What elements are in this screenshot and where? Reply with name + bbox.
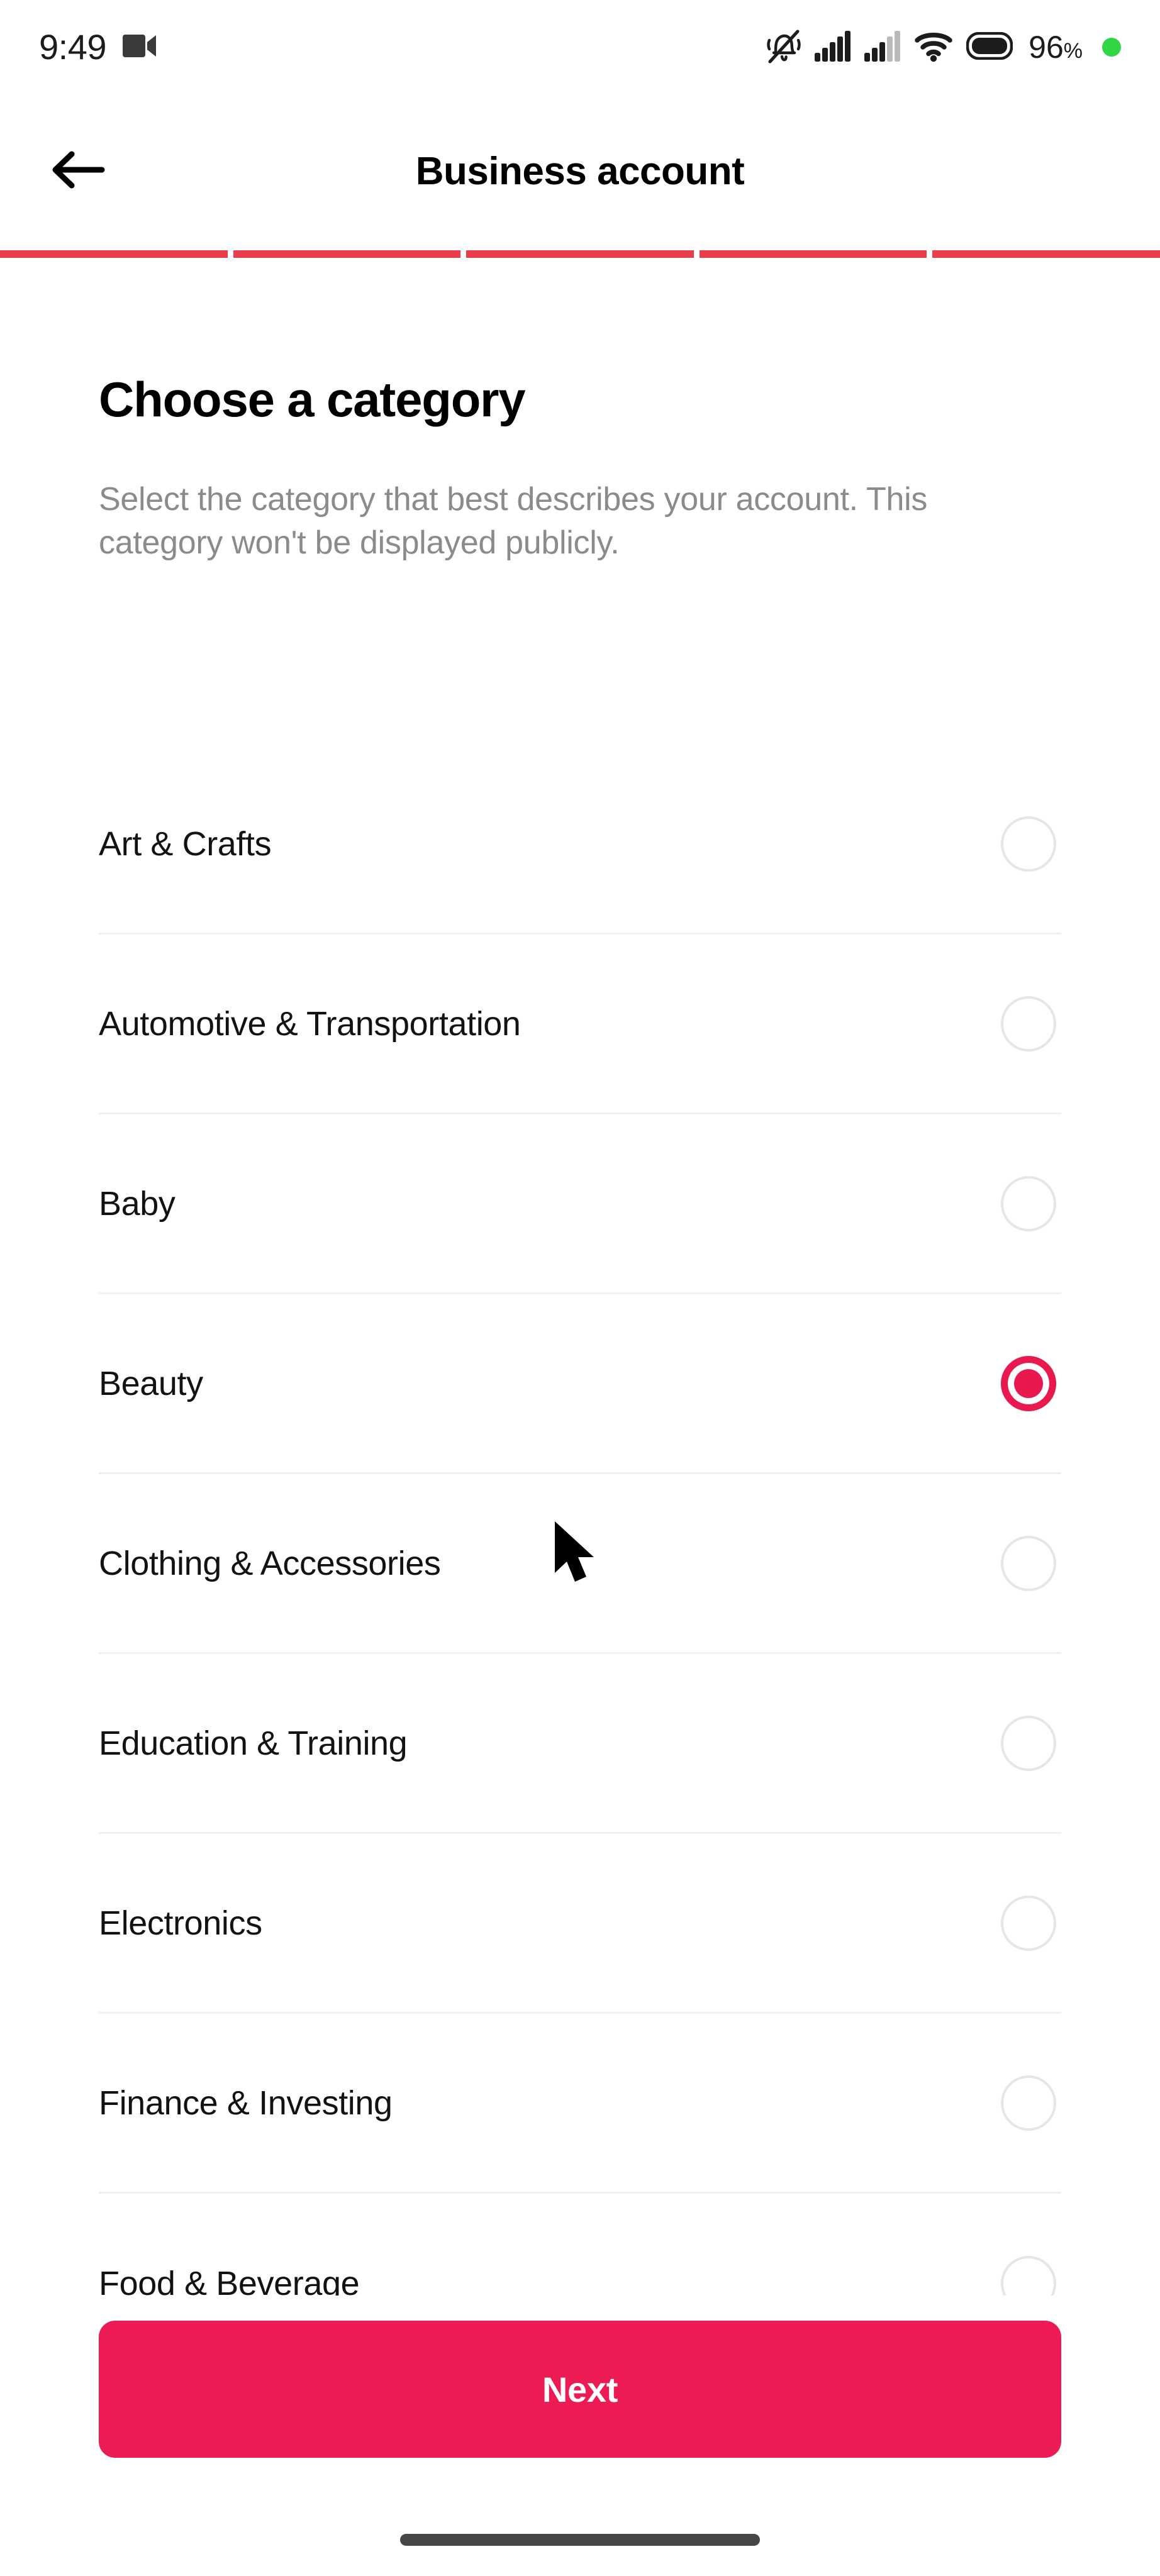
recording-dot-icon (1102, 38, 1121, 57)
radio-button[interactable] (1001, 2075, 1056, 2131)
category-row[interactable]: Beauty (99, 1294, 1061, 1474)
app-screen: 9:49 96% Business account Choose a categ… (0, 0, 1160, 2576)
progress-segment-4 (699, 250, 927, 258)
page-title: Business account (415, 150, 745, 193)
radio-button[interactable] (1001, 1535, 1056, 1591)
category-label: Baby (99, 1184, 176, 1223)
back-arrow-icon (50, 148, 106, 195)
battery-percent-label: 96% (1029, 30, 1083, 65)
category-row[interactable]: Education & Training (99, 1654, 1061, 1834)
category-label: Automotive & Transportation (99, 1004, 521, 1043)
app-header: Business account (0, 94, 1160, 248)
radio-button[interactable] (1001, 1895, 1056, 1951)
video-camera-icon (123, 33, 157, 62)
home-indicator[interactable] (400, 2534, 760, 2546)
status-bar-left: 9:49 (39, 30, 157, 65)
category-row[interactable]: Art & Crafts (99, 755, 1061, 935)
progress-stepper (0, 250, 1160, 258)
category-list: Art & Crafts Automotive & Transportation B… (0, 755, 1160, 2296)
bell-muted-icon (766, 28, 801, 67)
category-row[interactable]: Automotive & Transportation (99, 935, 1061, 1114)
cellular-signal-2-icon (864, 30, 901, 65)
section-description: Select the category that best describes … (99, 481, 928, 562)
radio-button[interactable] (1001, 1715, 1056, 1771)
radio-button-selected[interactable] (1001, 1355, 1056, 1411)
cellular-signal-1-icon (815, 30, 851, 65)
progress-segment-2 (233, 250, 461, 258)
category-row[interactable]: Food & Beverage (99, 2194, 1061, 2296)
category-label: Beauty (99, 1364, 203, 1402)
progress-segment-5 (932, 250, 1160, 258)
radio-button[interactable] (1001, 2256, 1056, 2296)
category-row[interactable]: Clothing & Accessories (99, 1474, 1061, 1654)
category-row[interactable]: Finance & Investing (99, 2014, 1061, 2194)
category-label: Finance & Investing (99, 2084, 393, 2122)
category-row[interactable]: Electronics (99, 1834, 1061, 2014)
wifi-icon (914, 30, 953, 65)
status-bar: 9:49 96% (0, 0, 1160, 94)
category-label: Education & Training (99, 1724, 408, 1762)
category-row[interactable]: Baby (99, 1114, 1061, 1294)
status-bar-right: 96% (766, 28, 1121, 67)
content-scroll-area[interactable]: Choose a category Select the category th… (0, 258, 1160, 2296)
back-button[interactable] (40, 134, 116, 209)
radio-button[interactable] (1001, 816, 1056, 872)
next-button[interactable]: Next (99, 2321, 1061, 2458)
progress-segment-3 (466, 250, 694, 258)
category-label: Clothing & Accessories (99, 1544, 441, 1582)
category-label: Electronics (99, 1904, 262, 1942)
status-bar-clock: 9:49 (39, 27, 107, 67)
category-label: Art & Crafts (99, 824, 272, 863)
battery-icon (966, 31, 1013, 63)
section-heading: Choose a category (99, 372, 526, 427)
radio-button[interactable] (1001, 996, 1056, 1052)
progress-segment-1 (0, 250, 228, 258)
bottom-action-bar: Next (0, 2296, 1160, 2576)
category-label: Food & Beverage (99, 2265, 360, 2296)
radio-button[interactable] (1001, 1175, 1056, 1231)
